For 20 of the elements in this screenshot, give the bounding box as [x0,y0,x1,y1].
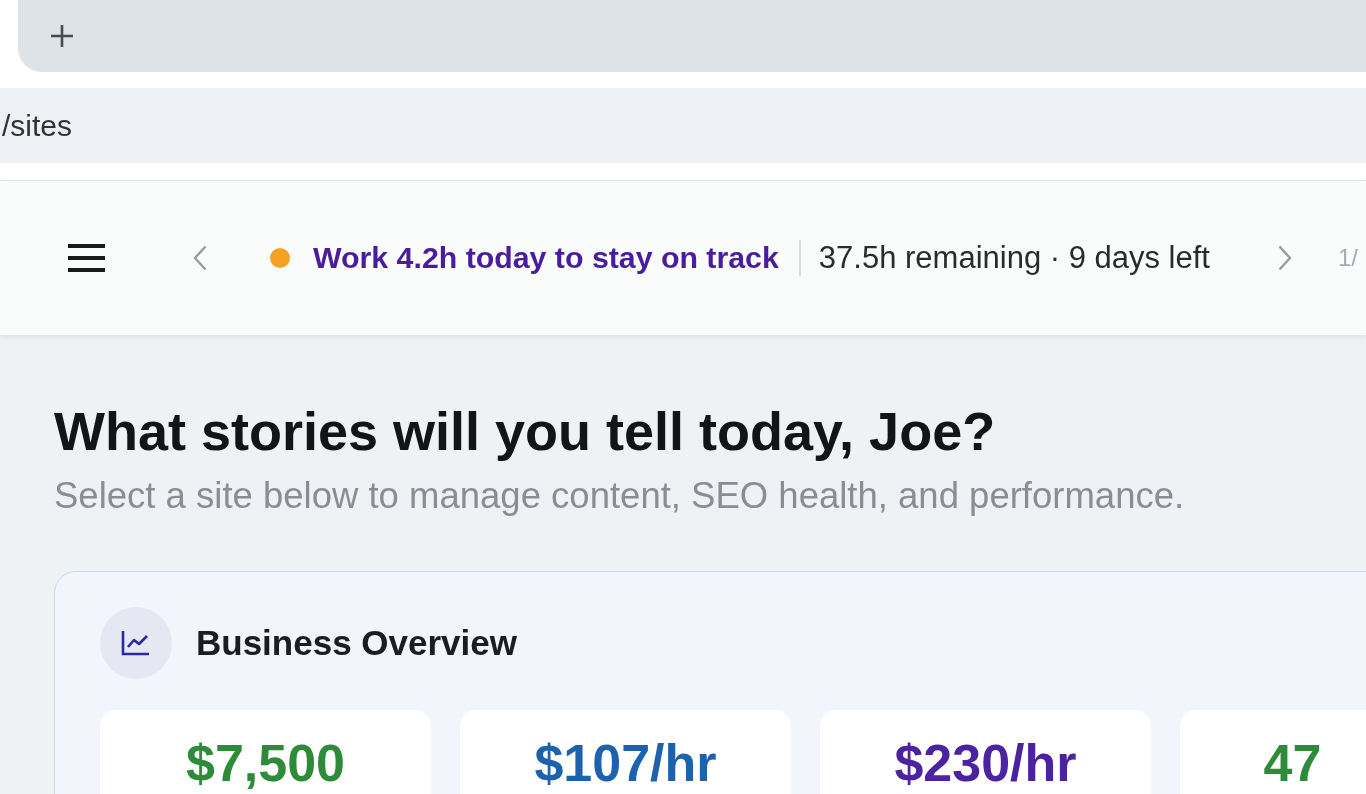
stat-value: $230/hr [894,740,1077,787]
plus-icon [50,24,74,48]
chevron-right-icon [1278,245,1292,271]
address-field[interactable]: /sites [0,88,1366,163]
stat-value: 47 [1263,740,1322,787]
greeting-subtitle: Select a site below to manage content, SEO health, and performance. [54,473,1185,518]
menu-button[interactable] [68,243,105,273]
page-counter: 1/ [1338,244,1358,272]
chevron-left-icon [193,245,207,271]
remaining-text: 37.5h remaining · 9 days left [818,240,1210,276]
next-button[interactable] [1278,245,1292,271]
new-tab-button[interactable] [50,24,74,48]
stat-value: $107/hr [534,740,717,787]
greeting-title: What stories will you tell today, Joe? [54,400,996,463]
goal-text: Work 4.2h today to stay on track [313,241,779,275]
menu-icon [68,243,105,273]
stat-value: $7,500 [185,740,345,787]
overview-title: Business Overview [196,623,517,664]
status-dot-icon [270,248,290,268]
previous-button[interactable] [193,245,207,271]
